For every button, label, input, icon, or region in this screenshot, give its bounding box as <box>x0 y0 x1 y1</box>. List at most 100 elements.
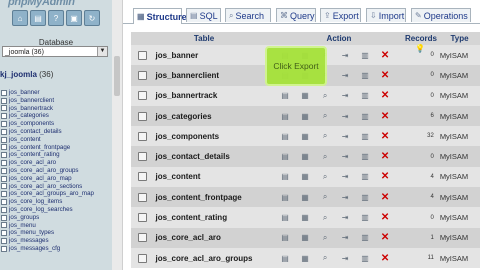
empty-icon[interactable]: ▥ <box>355 112 375 121</box>
table-name-link[interactable]: jos_core_acl_aro_groups <box>155 254 276 263</box>
empty-icon[interactable]: ▥ <box>355 172 375 181</box>
insert-icon[interactable]: ⇥ <box>335 254 355 263</box>
table-icon[interactable] <box>1 206 7 213</box>
left-table-item[interactable]: jos_categories <box>1 112 111 120</box>
empty-icon[interactable]: ▥ <box>355 254 375 263</box>
table-icon[interactable] <box>1 160 7 167</box>
left-table-label[interactable]: jos_categories <box>9 112 49 120</box>
left-table-item[interactable]: jos_content_frontpage <box>1 144 111 152</box>
empty-icon[interactable]: ▥ <box>355 213 375 222</box>
table-name-link[interactable]: jos_components <box>155 132 276 141</box>
tab-export[interactable]: ⇪ Export <box>320 8 361 22</box>
left-table-item[interactable]: jos_components <box>1 120 111 128</box>
search-icon[interactable]: ⌕ <box>315 152 335 162</box>
table-icon[interactable] <box>1 144 7 151</box>
table-icon[interactable] <box>1 167 7 174</box>
row-checkbox[interactable] <box>138 253 148 263</box>
reload-icon[interactable]: ↻ <box>84 10 100 26</box>
left-table-label[interactable]: jos_core_acl_aro <box>9 159 56 167</box>
left-table-label[interactable]: jos_core_acl_aro_sections <box>9 183 82 191</box>
table-name-link[interactable]: jos_content_rating <box>155 213 276 222</box>
insert-icon[interactable]: ⇥ <box>335 112 355 121</box>
drop-icon[interactable]: ✕ <box>375 50 395 61</box>
table-icon[interactable] <box>1 97 7 104</box>
drop-icon[interactable]: ✕ <box>375 192 395 203</box>
database-title[interactable]: kj_joomla (36) <box>0 70 53 79</box>
row-checkbox[interactable] <box>138 111 148 121</box>
structure-icon[interactable]: ▦ <box>295 193 315 202</box>
left-table-label[interactable]: jos_contact_details <box>9 128 62 136</box>
left-table-item[interactable]: jos_bannerclient <box>1 97 111 105</box>
browse-icon[interactable]: ▤ <box>275 112 295 121</box>
search-icon[interactable]: ⌕ <box>315 111 335 121</box>
left-table-label[interactable]: jos_menu_types <box>9 229 54 237</box>
row-checkbox[interactable] <box>138 233 148 243</box>
insert-icon[interactable]: ⇥ <box>335 152 355 161</box>
row-checkbox[interactable] <box>138 91 148 101</box>
browse-icon[interactable]: ▤ <box>275 132 295 141</box>
structure-icon[interactable]: ▦ <box>295 213 315 222</box>
table-icon[interactable] <box>1 238 7 245</box>
search-icon[interactable]: ⌕ <box>315 131 335 141</box>
empty-icon[interactable]: ▥ <box>355 193 375 202</box>
left-table-label[interactable]: jos_core_acl_aro_map <box>9 175 72 183</box>
table-icon[interactable] <box>1 214 7 221</box>
insert-icon[interactable]: ⇥ <box>335 213 355 222</box>
left-table-item[interactable]: jos_banner <box>1 89 111 97</box>
insert-icon[interactable]: ⇥ <box>335 193 355 202</box>
left-table-item[interactable]: jos_core_acl_aro_groups <box>1 167 111 175</box>
table-icon[interactable] <box>1 128 7 135</box>
left-table-item[interactable]: jos_core_log_items <box>1 198 111 206</box>
left-table-item[interactable]: jos_groups <box>1 214 111 222</box>
left-table-label[interactable]: jos_messages_cfg <box>9 245 60 253</box>
left-table-label[interactable]: jos_banner <box>9 89 40 97</box>
table-icon[interactable] <box>1 105 7 112</box>
table-icon[interactable] <box>1 245 7 252</box>
insert-icon[interactable]: ⇥ <box>335 71 355 80</box>
drop-icon[interactable]: ✕ <box>375 232 395 243</box>
table-icon[interactable] <box>1 183 7 190</box>
table-icon[interactable] <box>1 230 7 237</box>
table-icon[interactable] <box>1 175 7 182</box>
home-icon[interactable]: ⌂ <box>12 10 28 26</box>
table-icon[interactable] <box>1 136 7 143</box>
structure-icon[interactable]: ▦ <box>295 91 315 100</box>
left-table-item[interactable]: jos_bannertrack <box>1 105 111 113</box>
table-name-link[interactable]: jos_contact_details <box>155 152 276 161</box>
search-icon[interactable]: ⌕ <box>315 172 335 182</box>
search-icon[interactable]: ⌕ <box>315 253 335 263</box>
empty-icon[interactable]: ▥ <box>355 132 375 141</box>
table-name-link[interactable]: jos_categories <box>155 112 276 121</box>
drop-icon[interactable]: ✕ <box>375 90 395 101</box>
browse-icon[interactable]: ▤ <box>275 91 295 100</box>
browse-icon[interactable]: ▤ <box>275 193 295 202</box>
left-scrollbar[interactable] <box>112 0 123 270</box>
help-icon[interactable]: ? <box>48 10 64 26</box>
empty-icon[interactable]: ▥ <box>355 233 375 242</box>
left-table-item[interactable]: jos_messages_cfg <box>1 245 111 253</box>
table-name-link[interactable]: jos_core_acl_aro <box>155 233 276 242</box>
table-name-link[interactable]: jos_bannerclient <box>155 71 276 80</box>
left-table-item[interactable]: jos_core_acl_aro_map <box>1 175 111 183</box>
database-name[interactable]: kj_joomla <box>0 70 37 79</box>
row-checkbox[interactable] <box>138 213 148 223</box>
drop-icon[interactable]: ✕ <box>375 212 395 223</box>
left-table-item[interactable]: jos_menu_types <box>1 229 111 237</box>
left-table-item[interactable]: jos_messages <box>1 237 111 245</box>
left-table-item[interactable]: jos_content <box>1 136 111 144</box>
scrollbar-thumb[interactable] <box>114 56 120 96</box>
table-icon[interactable] <box>1 191 7 198</box>
left-table-label[interactable]: jos_messages <box>9 237 49 245</box>
database-select[interactable]: _joomla (36) ▼ <box>2 46 108 57</box>
insert-icon[interactable]: ⇥ <box>335 233 355 242</box>
browse-icon[interactable]: ▤ <box>275 213 295 222</box>
search-icon[interactable]: ⌕ <box>315 213 335 223</box>
left-table-label[interactable]: jos_core_acl_aro_groups <box>9 167 78 175</box>
left-table-label[interactable]: jos_core_log_searches <box>9 206 73 214</box>
row-checkbox[interactable] <box>138 50 148 60</box>
search-icon[interactable]: ⌕ <box>315 91 335 101</box>
tab-structure[interactable]: ▦ Structure <box>133 8 187 24</box>
structure-icon[interactable]: ▦ <box>295 254 315 263</box>
insert-icon[interactable]: ⇥ <box>335 172 355 181</box>
table-icon[interactable] <box>1 121 7 128</box>
